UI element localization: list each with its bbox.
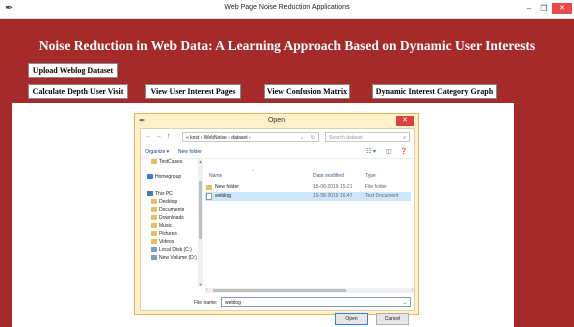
folder-icon xyxy=(151,215,157,221)
refresh-icon[interactable]: ↻ xyxy=(311,133,315,141)
navigation-tree: TestCases Homegroup This PC Desktop Docu… xyxy=(141,159,197,291)
file-row-new-folder[interactable]: New folder 15-08-2019 15:21 File folder xyxy=(205,183,411,192)
homegroup-icon xyxy=(147,174,153,180)
folder-icon xyxy=(206,185,212,190)
address-path: « knst › WebNoise › dataset › xyxy=(186,135,251,141)
folder-icon xyxy=(151,223,157,229)
organize-menu[interactable]: Organize ▾ xyxy=(145,149,169,155)
preview-pane-icon[interactable]: ◫ xyxy=(386,148,392,155)
tree-item-downloads[interactable]: Downloads xyxy=(151,215,184,222)
cancel-button[interactable]: Cancel xyxy=(376,313,409,325)
scroll-left-icon[interactable]: ‹ xyxy=(206,287,208,293)
dialog-body: ← → ↑ « knst › WebNoise › dataset › ⌄ ↻ … xyxy=(140,128,415,325)
tree-item-pictures[interactable]: Pictures xyxy=(151,231,177,238)
filename-label: File name: xyxy=(194,300,218,306)
dialog-toolbar: Organize ▾ New folder ☷ ▾ ◫ ❓ xyxy=(141,147,414,159)
close-button[interactable]: ✕ xyxy=(552,3,572,14)
scrollbar-thumb[interactable] xyxy=(199,181,202,239)
folder-icon xyxy=(151,199,157,205)
chevron-down-icon[interactable]: ⌄ xyxy=(300,133,304,141)
folder-icon xyxy=(151,207,157,213)
tree-item-this-pc[interactable]: This PC xyxy=(147,191,173,198)
scroll-right-icon[interactable]: › xyxy=(411,287,413,293)
chevron-down-icon[interactable]: ⌄ xyxy=(403,298,407,308)
dialog-title: Open xyxy=(267,117,286,124)
address-bar[interactable]: « knst › WebNoise › dataset › ⌄ ↻ xyxy=(182,132,319,142)
scroll-down-icon[interactable]: ▼ xyxy=(198,282,203,287)
forward-arrow-icon[interactable]: → xyxy=(155,133,162,140)
maximize-button[interactable]: ❐ xyxy=(537,3,551,14)
computer-icon xyxy=(147,191,153,197)
column-header-date[interactable]: Date modified xyxy=(313,173,344,179)
column-header-name[interactable]: Name xyxy=(209,173,222,179)
calculate-depth-button[interactable]: Calculate Depth User Visit xyxy=(28,84,128,99)
window-title: Web Page Noise Reduction Applications xyxy=(224,4,350,11)
interest-category-graph-button[interactable]: Dynamic Interest Category Graph xyxy=(372,84,497,99)
window-titlebar: ✒ Web Page Noise Reduction Applications … xyxy=(0,0,574,19)
open-button[interactable]: Open xyxy=(335,313,368,325)
view-interest-pages-button[interactable]: View User Interest Pages xyxy=(145,84,241,99)
minimize-button[interactable]: – xyxy=(522,3,536,14)
tree-item-documents[interactable]: Documents xyxy=(151,207,184,214)
drive-icon xyxy=(151,255,157,261)
scroll-up-icon[interactable]: ▲ xyxy=(198,159,203,164)
dialog-titlebar: ✒ Open ✕ xyxy=(135,114,418,128)
search-icon: ⌕ xyxy=(403,135,406,141)
tree-item-local-disk[interactable]: Local Disk (C:) xyxy=(151,247,192,254)
view-options-icon[interactable]: ☷ ▾ xyxy=(366,148,376,155)
tree-item-homegroup[interactable]: Homegroup xyxy=(147,174,181,181)
search-input[interactable]: Search dataset ⌕ xyxy=(325,132,410,142)
page-heading: Noise Reduction in Web Data: A Learning … xyxy=(38,38,536,53)
tree-item-videos[interactable]: Videos xyxy=(151,239,174,246)
tree-item-music[interactable]: Music xyxy=(151,223,172,230)
folder-icon xyxy=(151,239,157,245)
folder-icon xyxy=(151,231,157,237)
view-confusion-matrix-button[interactable]: View Confusion Matrix xyxy=(264,84,350,99)
filename-value: weblog xyxy=(225,300,241,306)
dialog-close-button[interactable]: ✕ xyxy=(396,116,414,126)
new-folder-button[interactable]: New folder xyxy=(178,149,202,155)
file-list: ^ Name Date modified Type New folder 15-… xyxy=(205,159,414,287)
filename-input[interactable]: weblog ⌄ xyxy=(221,297,411,307)
help-icon[interactable]: ❓ xyxy=(400,148,407,155)
up-arrow-icon[interactable]: ↑ xyxy=(167,133,171,140)
tree-item-new-volume[interactable]: New Volume (D:) xyxy=(151,255,197,262)
upload-dataset-button[interactable]: Upload Weblog Dataset xyxy=(28,63,118,78)
file-row-weblog[interactable]: weblog 15-08-2019 16:47 Text Document xyxy=(205,192,411,201)
tree-item-testcases[interactable]: TestCases xyxy=(151,159,182,166)
tree-scrollbar[interactable]: ▲ ▼ xyxy=(198,159,203,287)
back-arrow-icon[interactable]: ← xyxy=(145,133,152,140)
file-list-hscrollbar[interactable]: ‹ › xyxy=(205,287,414,293)
search-placeholder: Search dataset xyxy=(329,135,363,141)
sort-indicator-icon: ^ xyxy=(252,168,254,173)
document-icon xyxy=(206,193,212,200)
open-file-dialog: ✒ Open ✕ ← → ↑ « knst › WebNoise › datas… xyxy=(134,113,419,325)
hscrollbar-thumb[interactable] xyxy=(213,289,346,292)
folder-icon xyxy=(151,159,157,165)
tree-item-desktop[interactable]: Desktop xyxy=(151,199,177,206)
drive-icon xyxy=(151,247,157,253)
column-header-type[interactable]: Type xyxy=(365,173,376,179)
navigation-bar: ← → ↑ « knst › WebNoise › dataset › ⌄ ↻ … xyxy=(141,129,414,146)
